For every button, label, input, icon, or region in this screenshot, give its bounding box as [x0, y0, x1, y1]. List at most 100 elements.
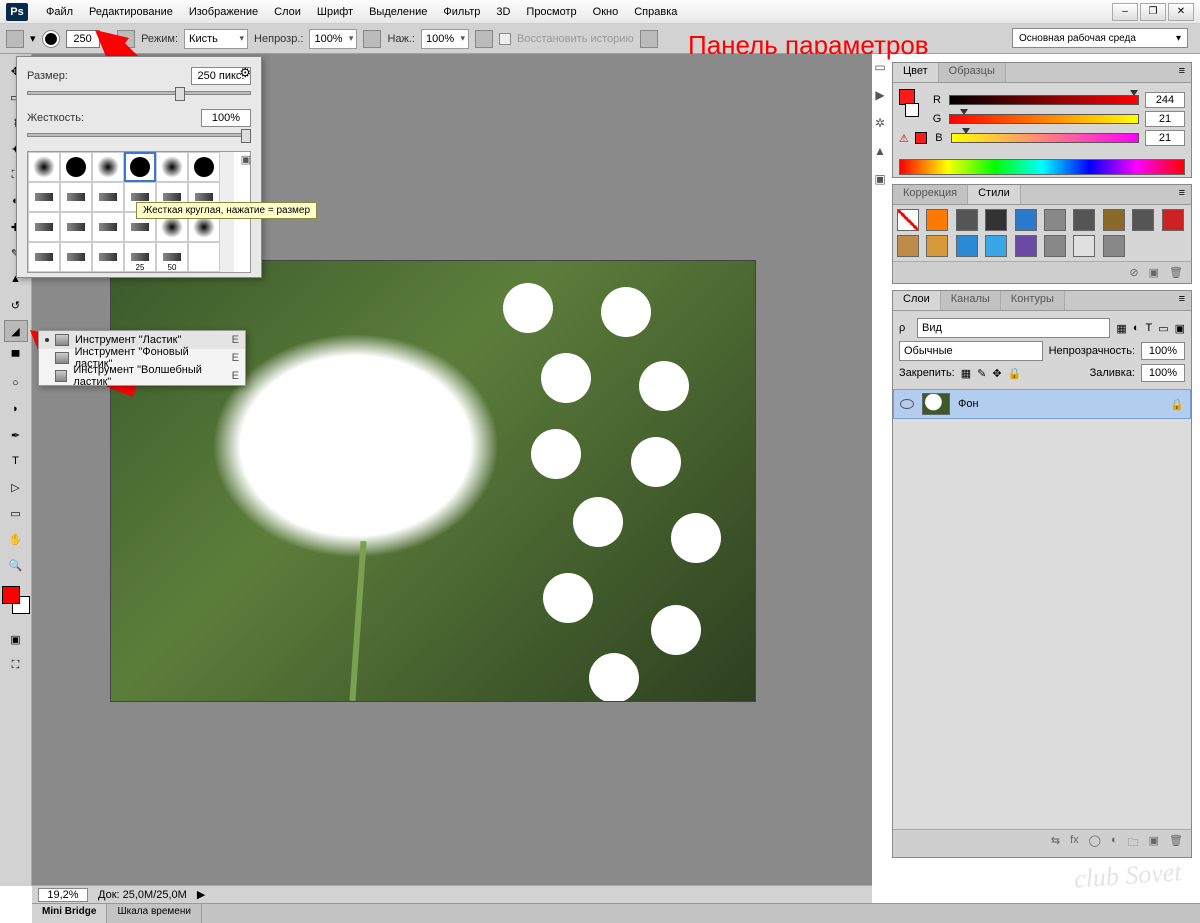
link-icon[interactable]: ⇆ [1051, 834, 1060, 853]
workspace-dropdown[interactable]: Основная рабочая среда [1012, 28, 1188, 48]
dropdown-arrow-icon[interactable]: ▾ [30, 32, 36, 45]
lock-pixels-icon[interactable]: ▦ [961, 367, 971, 380]
filter-adjust-icon[interactable]: ◐ [1133, 322, 1140, 334]
hardness-field[interactable]: 100% [201, 109, 251, 127]
tab-color[interactable]: Цвет [893, 63, 939, 82]
window-minimize-button[interactable]: – [1112, 3, 1138, 21]
tool-history-brush[interactable]: ↺ [4, 294, 28, 316]
menu-file[interactable]: Файл [38, 6, 81, 18]
menu-image[interactable]: Изображение [181, 6, 266, 18]
pressure-opacity-icon[interactable] [363, 30, 381, 48]
menu-help[interactable]: Справка [626, 6, 685, 18]
style-swatch[interactable] [985, 235, 1007, 257]
tool-zoom[interactable]: 🔍 [4, 554, 28, 576]
erase-history-checkbox[interactable] [499, 33, 511, 45]
g-value[interactable]: 21 [1145, 111, 1185, 127]
tool-path[interactable]: ▷ [4, 476, 28, 498]
layer-opacity-field[interactable]: 100% [1141, 342, 1185, 360]
style-swatch[interactable] [1103, 235, 1125, 257]
window-close-button[interactable]: ✕ [1168, 3, 1194, 21]
lock-all-icon[interactable]: ✥ [992, 367, 1001, 380]
tab-channels[interactable]: Каналы [941, 291, 1001, 310]
lock-icon[interactable]: 🔒 [1008, 367, 1022, 380]
new-preset-icon[interactable]: ▣ [241, 153, 251, 166]
tool-pen[interactable]: ✒ [4, 424, 28, 446]
style-swatch[interactable] [1103, 209, 1125, 231]
collapsed-actions-icon[interactable]: ▶ [873, 88, 887, 102]
brush-preset[interactable]: 50 [156, 242, 188, 272]
trash-icon[interactable]: 🗑 [1169, 266, 1183, 279]
trash-icon[interactable]: 🗑 [1169, 834, 1183, 853]
tool-eraser[interactable]: ◢ [4, 320, 28, 342]
brush-preset[interactable] [92, 152, 124, 182]
magic-eraser-tool-item[interactable]: Инструмент "Волшебный ластик"E [39, 367, 245, 385]
brush-preset[interactable] [156, 152, 188, 182]
brush-preset[interactable] [92, 182, 124, 212]
color-swatches[interactable] [2, 586, 30, 614]
screenmode-icon[interactable]: ⛶ [4, 654, 28, 676]
style-swatch[interactable] [985, 209, 1007, 231]
hardness-slider[interactable] [27, 133, 251, 137]
opacity-dropdown[interactable]: 100% [309, 29, 357, 49]
collapsed-history-icon[interactable]: ▭ [873, 60, 887, 74]
menu-layers[interactable]: Слои [266, 6, 309, 18]
panel-menu-icon[interactable]: ≡ [1173, 185, 1191, 204]
brush-preset[interactable] [60, 152, 92, 182]
brush-preset[interactable] [60, 182, 92, 212]
menu-window[interactable]: Окно [585, 6, 627, 18]
style-swatch[interactable] [926, 209, 948, 231]
pressure-size-icon[interactable] [640, 30, 658, 48]
style-swatch[interactable] [1015, 235, 1037, 257]
mode-dropdown[interactable]: Кисть [184, 29, 248, 49]
tab-styles[interactable]: Стили [968, 185, 1021, 204]
r-value[interactable]: 244 [1145, 92, 1185, 108]
panel-menu-icon[interactable]: ≡ [1173, 63, 1191, 82]
window-maximize-button[interactable]: ❐ [1140, 3, 1166, 21]
tool-gradient[interactable]: ▀ [4, 346, 28, 368]
filter-image-icon[interactable]: ▦ [1116, 322, 1126, 335]
layer-thumbnail[interactable] [922, 393, 950, 415]
tool-type[interactable]: T [4, 450, 28, 472]
tool-shape[interactable]: ▭ [4, 502, 28, 524]
menu-filter[interactable]: Фильтр [435, 6, 488, 18]
clear-style-icon[interactable]: ⊘ [1129, 266, 1138, 279]
style-swatch[interactable] [956, 209, 978, 231]
layer-fill-field[interactable]: 100% [1141, 364, 1185, 382]
new-layer-icon[interactable]: ▣ [1149, 834, 1159, 853]
lock-position-icon[interactable]: ✎ [977, 367, 986, 380]
layer-row[interactable]: Фон 🔒 [893, 389, 1191, 419]
style-swatch[interactable] [1162, 209, 1184, 231]
new-style-icon[interactable]: ▣ [1149, 266, 1159, 279]
tab-timeline[interactable]: Шкала времени [107, 904, 201, 923]
panel-menu-icon[interactable]: ≡ [1173, 291, 1191, 310]
collapsed-info-icon[interactable]: ▣ [873, 172, 887, 186]
style-swatch[interactable] [1044, 209, 1066, 231]
quickmask-icon[interactable]: ▣ [4, 628, 28, 650]
preset-scrollbar[interactable] [220, 152, 234, 182]
brush-preset[interactable] [60, 212, 92, 242]
style-swatch[interactable] [926, 235, 948, 257]
g-slider[interactable] [949, 114, 1139, 124]
blend-mode-dropdown[interactable]: Обычные [899, 341, 1043, 361]
tab-swatches[interactable]: Образцы [939, 63, 1006, 82]
style-swatch[interactable] [897, 235, 919, 257]
brush-preset[interactable]: 25 [124, 242, 156, 272]
filter-kind-dropdown[interactable]: Вид [917, 318, 1110, 338]
visibility-icon[interactable] [900, 399, 914, 409]
tab-layers[interactable]: Слои [893, 291, 941, 310]
group-icon[interactable]: 🗀 [1128, 834, 1139, 853]
b-slider[interactable] [951, 133, 1139, 143]
tool-blur[interactable]: ○ [4, 372, 28, 394]
style-swatch[interactable] [1073, 209, 1095, 231]
tool-preset-icon[interactable] [6, 30, 24, 48]
zoom-field[interactable]: 19,2% [38, 888, 88, 902]
bg-color-swatch[interactable] [905, 103, 919, 117]
collapsed-nav-icon[interactable]: ✲ [873, 116, 887, 130]
style-swatch[interactable] [897, 209, 919, 231]
r-slider[interactable] [949, 95, 1139, 105]
tool-dodge[interactable]: ◗ [4, 398, 28, 420]
brush-preset[interactable] [92, 242, 124, 272]
brush-preset[interactable] [188, 152, 220, 182]
layer-name[interactable]: Фон [958, 398, 979, 410]
brush-size-field[interactable]: 250 [66, 30, 100, 48]
